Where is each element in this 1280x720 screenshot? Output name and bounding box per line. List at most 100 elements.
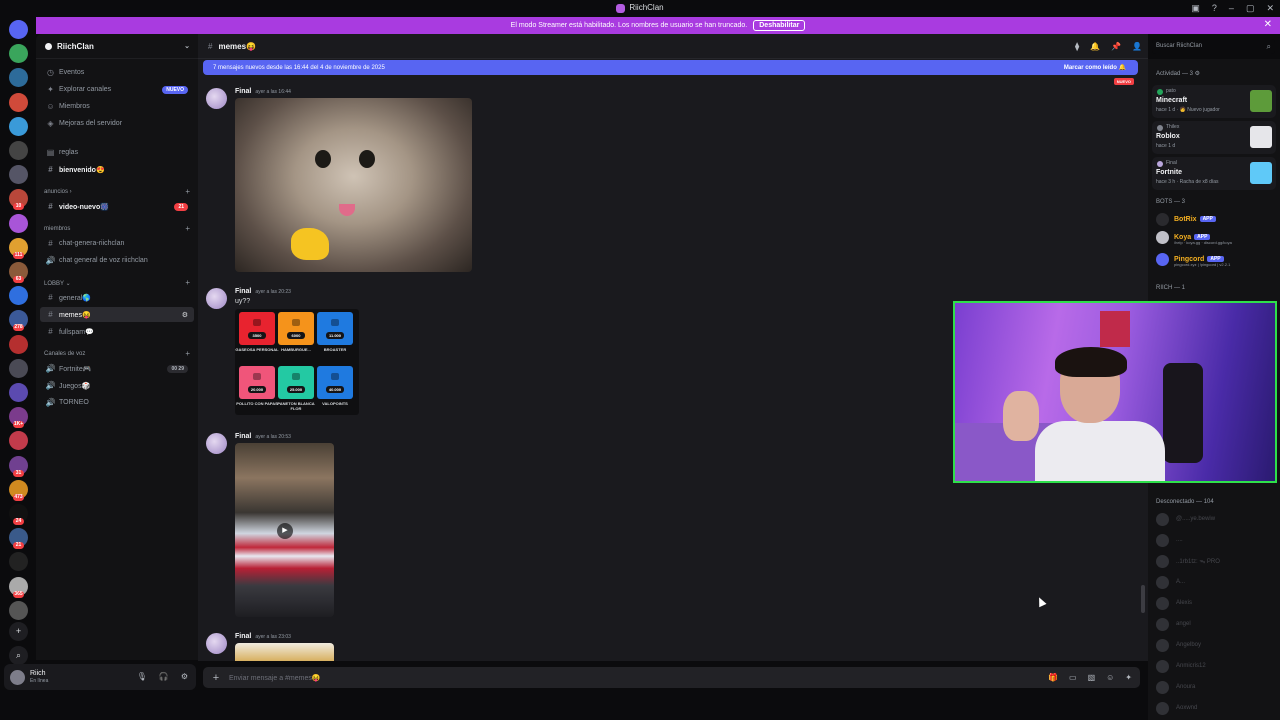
author-name[interactable]: Final	[235, 633, 251, 640]
minimize-button[interactable]: –	[1229, 0, 1234, 16]
member-list-icon[interactable]: 👤	[1132, 42, 1142, 51]
server-icon[interactable]	[9, 358, 28, 378]
avatar[interactable]	[206, 288, 227, 309]
server-icon[interactable]	[9, 286, 28, 306]
member-offline[interactable]: Alexis	[1156, 596, 1192, 610]
shop-image[interactable]: 3500 GASEOSA PERSONAL 6000 HAMBURGUE... …	[235, 309, 359, 415]
author-name[interactable]: Final	[235, 288, 251, 295]
threads-icon[interactable]: ⧫	[1075, 42, 1079, 51]
mark-as-read-button[interactable]: Marcar como leído 🔔	[1064, 64, 1126, 71]
avatar[interactable]	[206, 633, 227, 654]
category-miembros[interactable]: miembros	[44, 226, 70, 232]
author-name[interactable]: Final	[235, 433, 251, 440]
pin-icon[interactable]: 📌	[1111, 42, 1121, 51]
image-attachment[interactable]	[235, 643, 334, 661]
server-icon[interactable]	[9, 20, 28, 39]
channel-video-nuevo[interactable]: # video-nuevo🎆 21	[40, 199, 194, 214]
help-icon[interactable]: ?	[1212, 0, 1217, 16]
play-icon[interactable]: ▶	[277, 523, 293, 539]
microphone-icon[interactable]: 🎙	[137, 672, 147, 681]
avatar[interactable]	[206, 88, 227, 109]
member-botrix[interactable]: BotRix APP	[1156, 210, 1216, 228]
server-icon[interactable]	[9, 116, 28, 136]
minecraft-icon	[1250, 90, 1272, 112]
server-icon[interactable]	[9, 334, 28, 354]
member-koya[interactable]: Koya APP /help · koya.gg · discord.gg/ko…	[1156, 228, 1232, 246]
add-channel-icon[interactable]: +	[185, 187, 190, 196]
channel-chat-genera[interactable]: # chat-genera-riichclan	[40, 236, 194, 251]
emoji-icon[interactable]: ☺	[1106, 673, 1114, 682]
video-attachment[interactable]: ▶	[235, 443, 334, 617]
member-offline[interactable]: Aoxwnd	[1156, 701, 1197, 715]
category-voz[interactable]: Canales de voz	[44, 351, 85, 357]
chevron-down-icon[interactable]: ⌄	[184, 42, 190, 50]
server-icon[interactable]	[9, 92, 28, 112]
cat-meme-image[interactable]	[235, 98, 472, 272]
maximize-button[interactable]: ▢	[1246, 0, 1255, 16]
events-item[interactable]: ◷ Eventos	[40, 65, 194, 80]
close-banner-icon[interactable]: ✕	[1264, 19, 1272, 30]
server-icon[interactable]	[9, 213, 28, 233]
disable-streamer-button[interactable]: Deshabilitar	[753, 20, 806, 31]
member-offline[interactable]: @.....ye.bewiw	[1156, 512, 1215, 526]
channel-fullspam[interactable]: # fullspam💬	[40, 324, 194, 339]
chat-scrollbar[interactable]	[1141, 585, 1145, 613]
server-icon[interactable]	[9, 165, 28, 185]
inbox-icon[interactable]: ▣	[1191, 0, 1200, 16]
member-offline[interactable]: Anmicris12	[1156, 659, 1206, 673]
member-offline[interactable]: Angelboy	[1156, 638, 1201, 652]
search-input[interactable]: Buscar RiichClan ⌕	[1152, 39, 1275, 54]
add-attachment-icon[interactable]: +	[203, 672, 229, 684]
channel-voz-general[interactable]: 🔊 chat general de voz riichclan	[40, 253, 194, 268]
author-name[interactable]: Final	[235, 88, 251, 95]
channel-fortnite[interactable]: 🔊 Fortnite🎮 00 29	[40, 361, 194, 376]
sticker-icon[interactable]: ▧	[1088, 673, 1096, 682]
add-channel-icon[interactable]: +	[185, 349, 190, 358]
server-icon[interactable]	[9, 383, 28, 402]
guild-header[interactable]: RiichClan ⌄	[36, 34, 198, 59]
avatar[interactable]	[206, 433, 227, 454]
channel-settings-icon[interactable]: ⚙	[182, 311, 188, 319]
new-messages-bar[interactable]: 7 mensajes nuevos desde las 16:44 del 4 …	[203, 60, 1138, 75]
channel-reglas[interactable]: ▤ reglas	[40, 145, 194, 160]
channel-general[interactable]: # general🌎	[40, 290, 194, 305]
avatar[interactable]	[10, 669, 25, 685]
add-channel-icon[interactable]: +	[185, 224, 190, 233]
activity-card[interactable]: Final Fortnite hace 3 h · Racha de x8 dí…	[1152, 157, 1276, 190]
activity-card[interactable]: Thilex Roblox hace 1 d	[1152, 121, 1276, 154]
apps-icon[interactable]: ✦	[1125, 673, 1132, 682]
discover-icon[interactable]: ⌕	[9, 646, 28, 665]
channel-juegos[interactable]: 🔊 Juegos🎲	[40, 378, 194, 393]
server-icon[interactable]	[9, 141, 28, 160]
server-boost-item[interactable]: ◈ Mejoras del servidor	[40, 116, 194, 131]
explore-channels-item[interactable]: ✦ Explorar canales NUEVO	[40, 82, 194, 97]
activity-card[interactable]: pato Minecraft hace 1 d · 🧑 Nuevo jugado…	[1152, 85, 1276, 118]
category-lobby[interactable]: LOBBY ⌄	[44, 280, 71, 287]
bell-icon[interactable]: 🔔	[1090, 42, 1100, 51]
member-offline[interactable]: Anoura	[1156, 680, 1195, 694]
server-icon[interactable]	[9, 68, 28, 88]
add-channel-icon[interactable]: +	[185, 278, 190, 287]
channel-bienvenido[interactable]: # bienvenido😍	[40, 162, 194, 177]
member-offline[interactable]: angel	[1156, 617, 1191, 631]
server-icon[interactable]	[9, 552, 28, 572]
gift-icon[interactable]: 🎁	[1048, 673, 1058, 682]
category-anuncios[interactable]: anuncios ›	[44, 189, 72, 195]
avatar	[1156, 554, 1169, 568]
member-offline[interactable]: ....	[1156, 533, 1183, 547]
channel-memes[interactable]: # memes😝 ⚙	[40, 307, 194, 322]
gif-icon[interactable]: ▭	[1069, 673, 1077, 682]
close-window-button[interactable]: ✕	[1266, 0, 1274, 16]
member-offline[interactable]: ..1rb1tz: ᯓ PRO	[1156, 554, 1220, 568]
member-offline[interactable]: A...	[1156, 575, 1185, 589]
message-composer[interactable]: + Enviar mensaje a #memes😝 🎁 ▭ ▧ ☺ ✦	[203, 667, 1140, 688]
member-pingcord[interactable]: Pingcord APP pingcord.xyz | !pingcord | …	[1156, 250, 1230, 268]
server-icon[interactable]	[9, 600, 28, 620]
gear-icon[interactable]: ⚙	[181, 672, 188, 681]
headphones-icon[interactable]: 🎧	[159, 672, 169, 681]
server-icon[interactable]	[9, 44, 28, 64]
channel-torneo[interactable]: 🔊 TORNEO	[40, 395, 194, 410]
add-server-icon[interactable]: +	[9, 622, 28, 641]
server-icon[interactable]	[9, 431, 28, 451]
members-item[interactable]: ☺ Miembros	[40, 99, 194, 114]
